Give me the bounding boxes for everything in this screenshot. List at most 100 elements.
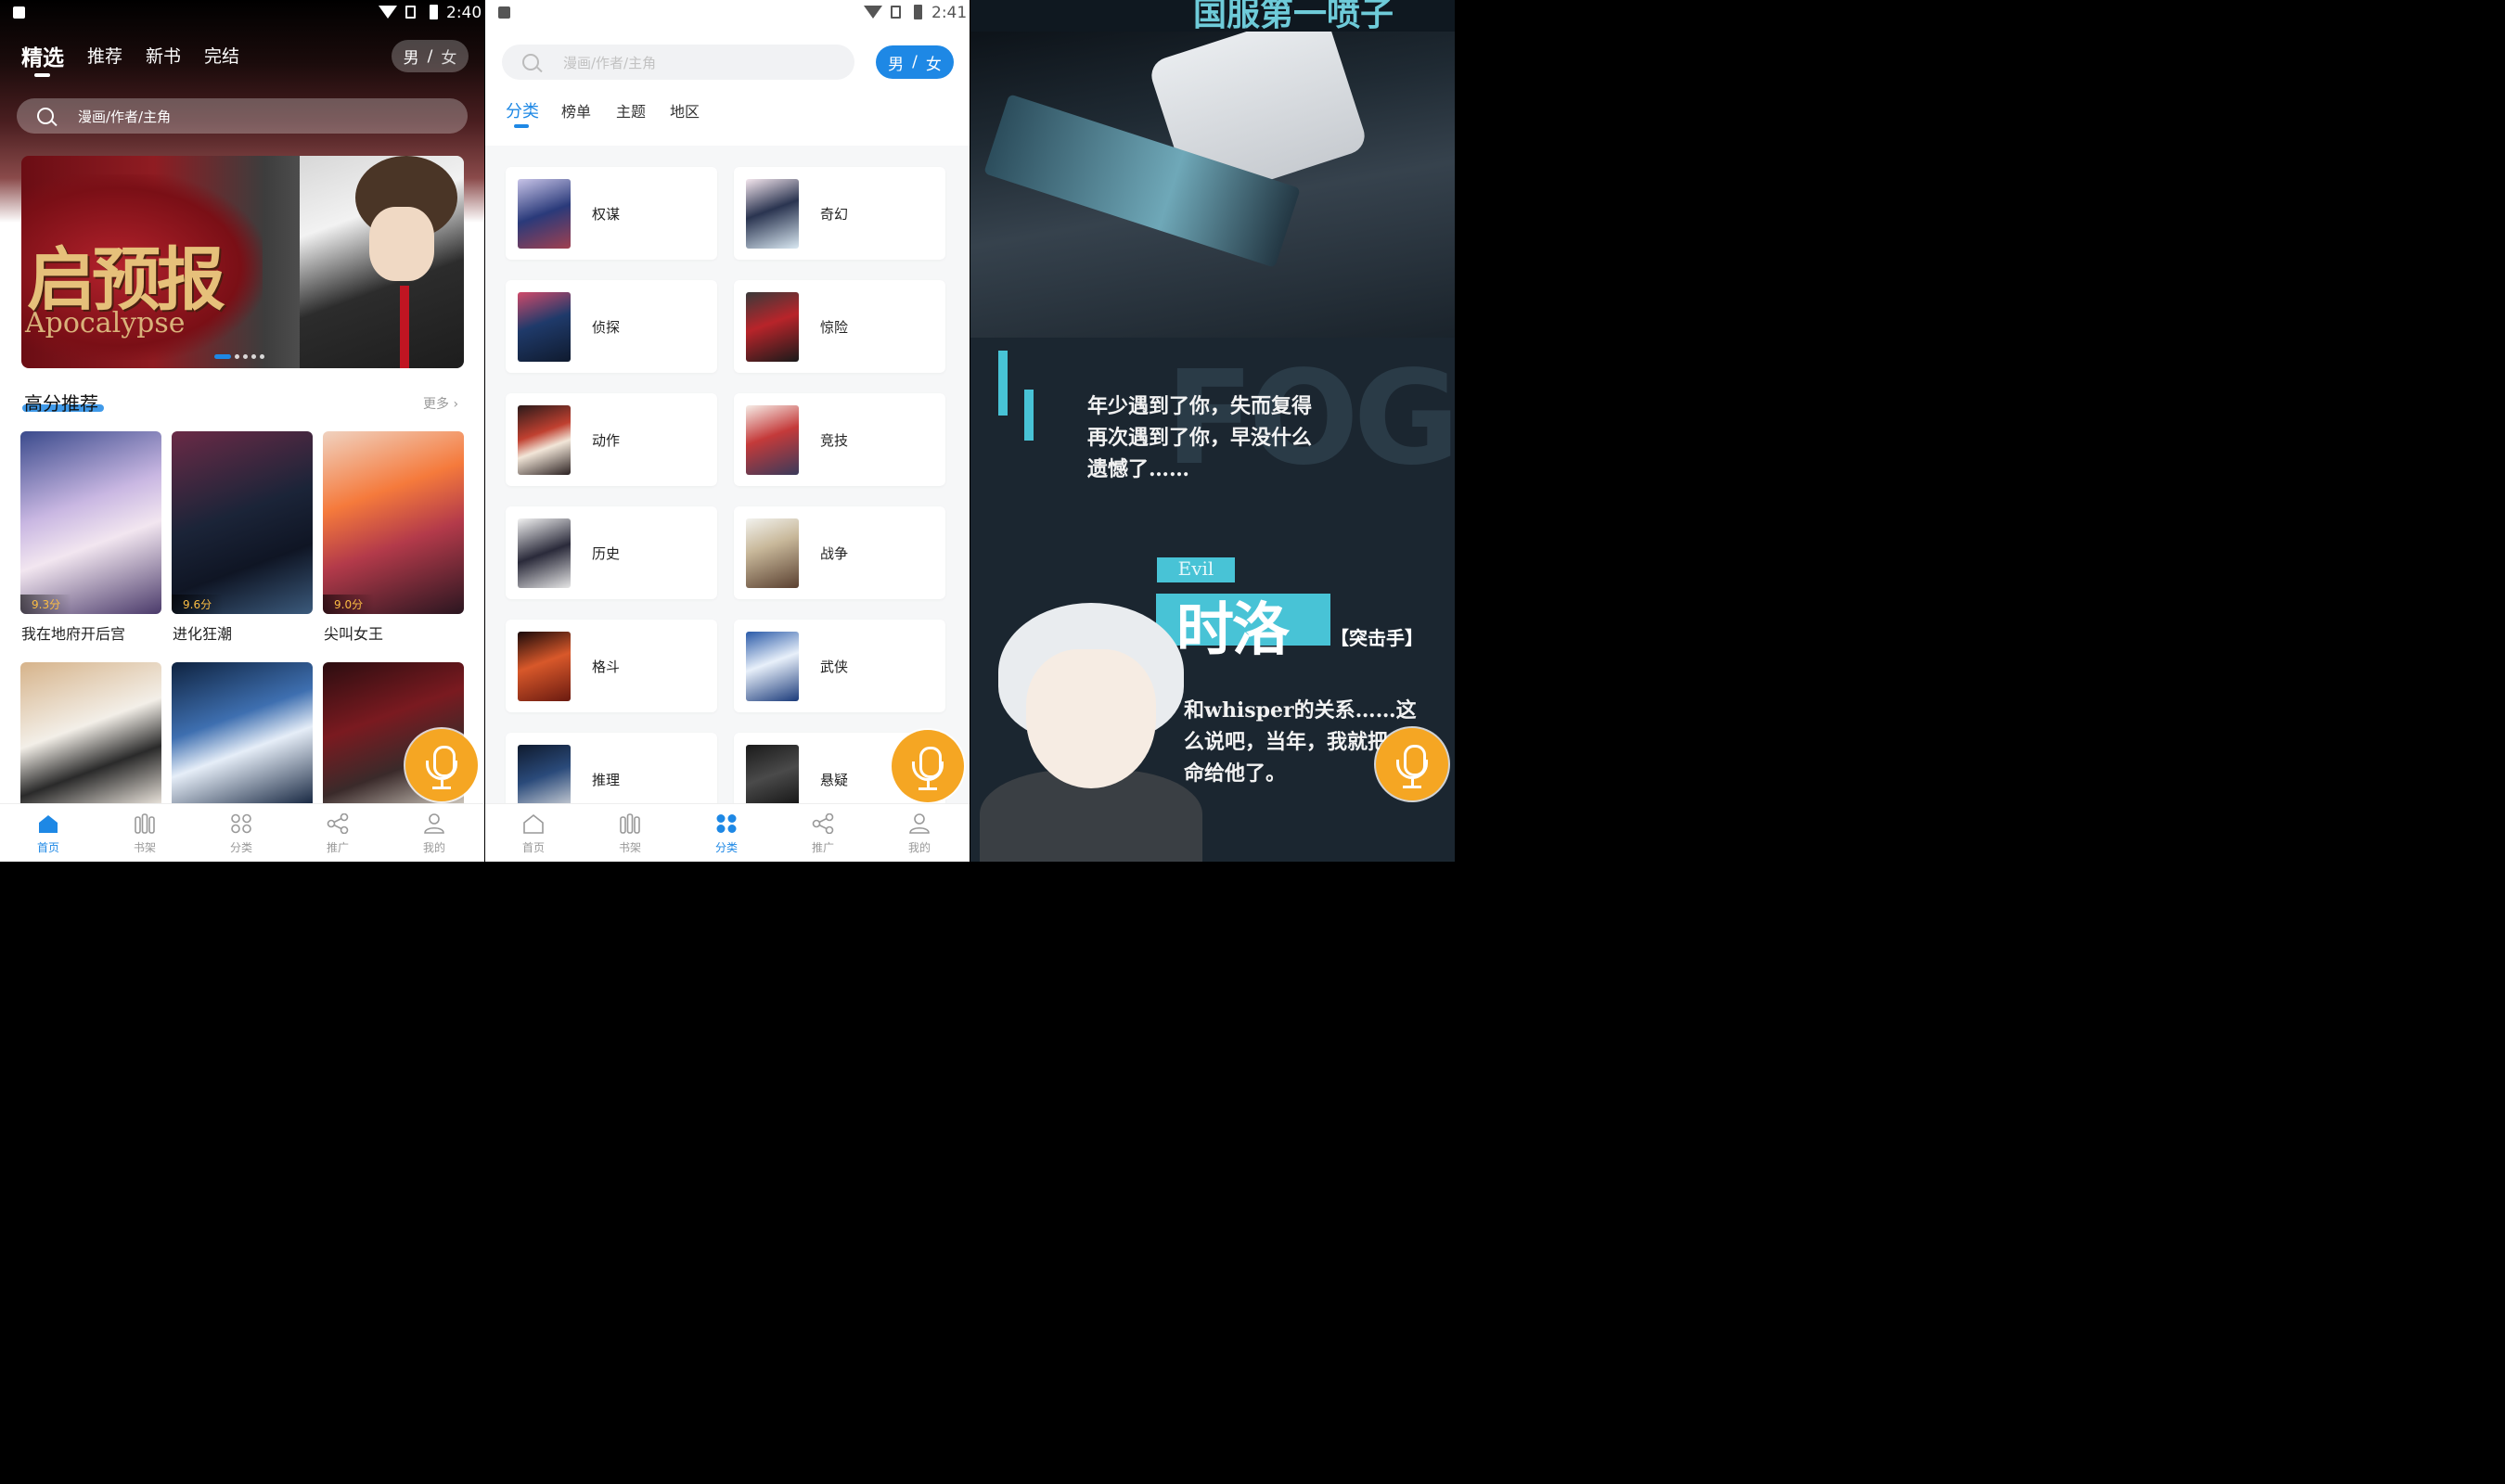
no-sim-icon (891, 6, 901, 19)
comic-page-title: 国服第一喷子 (1193, 0, 1394, 33)
category-card[interactable]: 武侠 (734, 620, 945, 712)
comic-title[interactable]: 尖叫女王 (324, 621, 383, 644)
comic-score: 9.0分 (323, 595, 375, 614)
gender-separator: / (427, 46, 433, 66)
description-line: 命给他了。 (1184, 761, 1287, 786)
nav-label: 我的 (907, 841, 931, 854)
tab-featured[interactable]: 精选 (21, 40, 64, 71)
tab-ranking[interactable]: 榜单 (561, 99, 591, 122)
voice-mic-button[interactable] (405, 729, 478, 801)
page-dot[interactable] (260, 354, 264, 359)
voice-mic-button[interactable] (892, 730, 964, 802)
category-card[interactable]: 奇幻 (734, 167, 945, 260)
gender-toggle[interactable]: 男 / 女 (876, 45, 954, 79)
nav-label: 分类 (229, 841, 252, 854)
bottom-nav: 首页 书架 分类 推广 我的 (485, 803, 970, 862)
gender-female[interactable]: 女 (926, 51, 942, 74)
tab-completed[interactable]: 完结 (204, 43, 239, 68)
quote-line: 年少遇到了你，失而复得 (1087, 394, 1313, 418)
nav-label: 首页 (36, 841, 59, 854)
gender-male[interactable]: 男 (888, 51, 904, 74)
category-card[interactable]: 历史 (506, 506, 717, 599)
category-card[interactable]: 惊险 (734, 280, 945, 373)
category-card[interactable]: 动作 (506, 393, 717, 486)
comic-cover[interactable]: 9.3分 (20, 431, 161, 614)
tab-category[interactable]: 分类 (506, 98, 539, 122)
category-card[interactable]: 侦探 (506, 280, 717, 373)
comic-cover[interactable]: 9.6分 (172, 431, 313, 614)
description-line: 么说吧，当年，我就把 (1184, 730, 1389, 754)
nav-home[interactable]: 首页 (0, 804, 96, 862)
battery-icon (914, 5, 922, 19)
more-link[interactable]: 更多 › (423, 394, 458, 413)
tab-recommended[interactable]: 推荐 (87, 43, 122, 68)
category-name: 战争 (820, 545, 849, 562)
comic-cover[interactable] (172, 662, 313, 803)
category-card[interactable]: 战争 (734, 506, 945, 599)
category-card[interactable]: 竞技 (734, 393, 945, 486)
banner-subtitle: Apocalypse (25, 307, 186, 339)
nav-label: 推广 (811, 841, 834, 854)
nav-promote[interactable]: 推广 (775, 804, 871, 862)
category-card[interactable]: 格斗 (506, 620, 717, 712)
comic-cover[interactable]: 9.0分 (323, 431, 464, 614)
nav-category[interactable]: 分类 (678, 804, 775, 862)
promo-banner[interactable]: 启预报 Apocalypse (21, 156, 464, 368)
home-icon (39, 815, 58, 833)
page-dot[interactable] (243, 354, 248, 359)
comic-score: 9.6分 (172, 595, 224, 614)
home-icon (523, 813, 544, 834)
page-dot[interactable] (251, 354, 256, 359)
tab-region[interactable]: 地区 (670, 99, 700, 122)
character-name: 时洛 (1176, 595, 1290, 663)
category-thumbnail (518, 518, 571, 588)
gender-toggle[interactable]: 男 / 女 (392, 40, 469, 72)
page-dot-active[interactable] (214, 354, 231, 359)
tab-indicator (514, 124, 529, 128)
category-name: 权谋 (592, 206, 621, 223)
comic-cover[interactable] (20, 662, 161, 803)
nav-profile[interactable]: 我的 (871, 804, 968, 862)
tab-theme[interactable]: 主题 (616, 99, 646, 122)
category-name: 竞技 (820, 432, 849, 449)
comic-title[interactable]: 进化狂潮 (173, 621, 232, 644)
comic-score: 9.3分 (20, 595, 72, 614)
tab-new[interactable]: 新书 (146, 43, 181, 68)
nav-label: 我的 (422, 841, 445, 854)
status-bar: 2:40 (0, 0, 484, 28)
search-bar[interactable]: 漫画/作者/主角 (502, 45, 854, 80)
status-bar: 2:41 (485, 0, 970, 28)
page-dot[interactable] (235, 354, 239, 359)
search-icon (37, 108, 54, 124)
nav-bookshelf[interactable]: 书架 (96, 804, 193, 862)
comic-reader-screen[interactable]: 国服第一喷子 FOG 年少遇到了你，失而复得 再次遇到了你，早没什么 遗憾了……… (970, 0, 1455, 862)
category-thumbnail (746, 518, 799, 588)
nav-profile[interactable]: 我的 (386, 804, 482, 862)
nav-category[interactable]: 分类 (193, 804, 289, 862)
search-icon (522, 54, 539, 70)
image-notification-icon (498, 6, 510, 19)
nav-home[interactable]: 首页 (485, 804, 582, 862)
bottom-nav: 首页 书架 分类 推广 我的 (0, 803, 484, 862)
category-name: 历史 (592, 545, 621, 562)
search-placeholder: 漫画/作者/主角 (78, 109, 172, 125)
category-thumbnail (518, 179, 571, 249)
category-card[interactable]: 权谋 (506, 167, 717, 260)
quote-line: 遗憾了…… (1087, 457, 1190, 481)
nav-label: 书架 (133, 841, 156, 854)
nav-promote[interactable]: 推广 (289, 804, 386, 862)
nav-bookshelf[interactable]: 书架 (582, 804, 678, 862)
search-bar[interactable]: 漫画/作者/主角 (17, 98, 468, 134)
category-icon (716, 814, 737, 833)
wifi-icon (379, 6, 397, 19)
voice-mic-button[interactable] (1376, 728, 1448, 800)
category-name: 惊险 (820, 319, 849, 336)
banner-character-tie (400, 286, 409, 368)
category-name: 侦探 (592, 319, 621, 336)
character-face (1026, 649, 1156, 788)
gender-male[interactable]: 男 (404, 45, 419, 68)
gender-female[interactable]: 女 (441, 45, 456, 68)
comic-title[interactable]: 我在地府开后宫 (21, 621, 125, 644)
description-line: 和whisper的关系……这 (1184, 698, 1417, 723)
home-screen: 2:40 精选 推荐 新书 完结 男 / 女 漫画/作者/主角 启预报 Apoc… (0, 0, 484, 862)
